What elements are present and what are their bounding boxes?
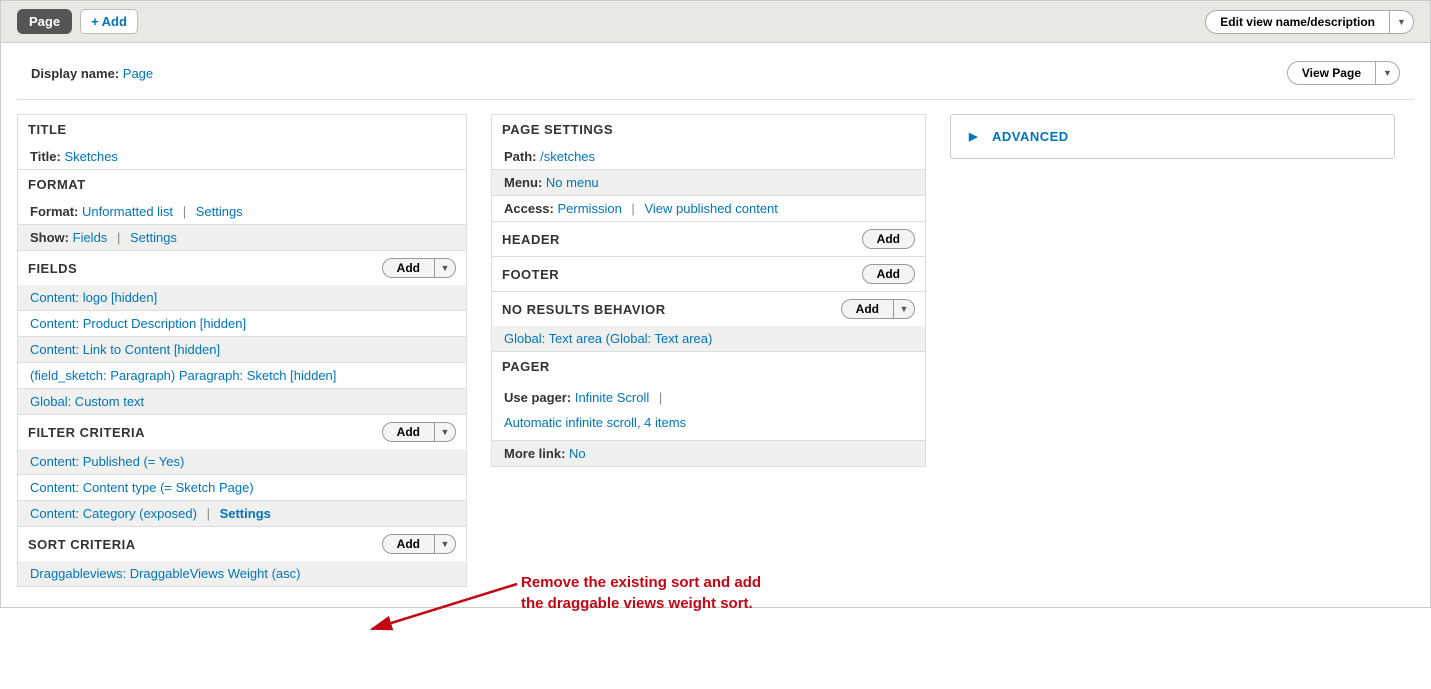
view-page-button[interactable]: View Page (1287, 61, 1376, 85)
field-item[interactable]: Global: Custom text (30, 394, 144, 409)
filter-item[interactable]: Content: Published (= Yes) (30, 454, 184, 469)
add-sort-dropdown[interactable]: ▼ (434, 534, 456, 554)
noresults-item[interactable]: Global: Text area (Global: Text area) (504, 331, 712, 346)
footer-heading: FOOTER Add (492, 256, 925, 291)
edit-view-button[interactable]: Edit view name/description (1205, 10, 1390, 34)
field-item[interactable]: (field_sketch: Paragraph) Paragraph: Ske… (30, 368, 336, 383)
right-column: ▶ ADVANCED (950, 114, 1395, 159)
title-heading: TITLE (18, 115, 466, 144)
add-filter-button[interactable]: Add (382, 422, 434, 442)
pager-heading: PAGER (492, 351, 925, 381)
add-sort-button[interactable]: Add (382, 534, 434, 554)
add-field-button[interactable]: Add (382, 258, 434, 278)
sort-item[interactable]: Draggableviews: DraggableViews Weight (a… (30, 566, 300, 581)
filter-heading: FILTER CRITERIA Add ▼ (18, 414, 466, 449)
format-heading: FORMAT (18, 169, 466, 199)
show-value[interactable]: Fields (73, 230, 108, 245)
add-display-button[interactable]: + Add (80, 9, 138, 34)
caret-down-icon: ▼ (1397, 17, 1406, 27)
more-value[interactable]: No (569, 446, 586, 461)
field-item[interactable]: Content: Product Description [hidden] (30, 316, 246, 331)
add-filter-dropdown[interactable]: ▼ (434, 422, 456, 442)
title-label: Title: (30, 149, 61, 164)
title-value[interactable]: Sketches (64, 149, 117, 164)
caret-down-icon: ▼ (441, 263, 450, 273)
add-header-button[interactable]: Add (862, 229, 915, 249)
more-label: More link: (504, 446, 565, 461)
access-detail[interactable]: View published content (644, 201, 777, 216)
caret-down-icon: ▼ (1383, 68, 1392, 78)
pager-label: Use pager: (504, 390, 571, 405)
top-toolbar: Page + Add Edit view name/description ▼ (1, 1, 1430, 43)
caret-down-icon: ▼ (441, 539, 450, 549)
annotation-text: Remove the existing sort and add the dra… (521, 572, 761, 614)
add-noresults-dropdown[interactable]: ▼ (893, 299, 915, 319)
fields-heading: FIELDS Add ▼ (18, 250, 466, 285)
add-footer-button[interactable]: Add (862, 264, 915, 284)
filter-item[interactable]: Content: Content type (= Sketch Page) (30, 480, 254, 495)
advanced-toggle[interactable]: ▶ ADVANCED (950, 114, 1395, 159)
field-item[interactable]: Content: Link to Content [hidden] (30, 342, 220, 357)
header-heading: HEADER Add (492, 221, 925, 256)
add-label: Add (102, 14, 127, 29)
noresults-heading: NO RESULTS BEHAVIOR Add ▼ (492, 291, 925, 326)
filter-item[interactable]: Content: Category (exposed) (30, 506, 197, 521)
middle-column: PAGE SETTINGS Path: /sketches Menu: No m… (491, 114, 926, 467)
format-label: Format: (30, 204, 78, 219)
add-field-dropdown[interactable]: ▼ (434, 258, 456, 278)
pager-detail[interactable]: Automatic infinite scroll, 4 items (504, 415, 686, 430)
advanced-label: ADVANCED (992, 129, 1069, 144)
page-settings-heading: PAGE SETTINGS (492, 115, 925, 144)
access-label: Access: (504, 201, 554, 216)
caret-down-icon: ▼ (441, 427, 450, 437)
filter-settings[interactable]: Settings (220, 506, 271, 521)
edit-view-dropdown[interactable]: ▼ (1390, 10, 1414, 34)
field-item[interactable]: Content: logo [hidden] (30, 290, 157, 305)
show-label: Show: (30, 230, 69, 245)
view-page-dropdown[interactable]: ▼ (1376, 61, 1400, 85)
access-value[interactable]: Permission (558, 201, 622, 216)
pager-value[interactable]: Infinite Scroll (575, 390, 649, 405)
sort-heading: SORT CRITERIA Add ▼ (18, 526, 466, 561)
path-value[interactable]: /sketches (540, 149, 595, 164)
format-settings[interactable]: Settings (196, 204, 243, 219)
triangle-right-icon: ▶ (969, 130, 978, 143)
path-label: Path: (504, 149, 537, 164)
display-name-row: Display name: Page View Page ▼ (17, 57, 1414, 100)
menu-label: Menu: (504, 175, 542, 190)
caret-down-icon: ▼ (900, 304, 909, 314)
add-noresults-button[interactable]: Add (841, 299, 893, 319)
show-settings[interactable]: Settings (130, 230, 177, 245)
tab-page[interactable]: Page (17, 9, 72, 34)
menu-value[interactable]: No menu (546, 175, 599, 190)
display-name-label: Display name: (31, 66, 119, 81)
format-value[interactable]: Unformatted list (82, 204, 173, 219)
plus-icon: + (91, 14, 99, 29)
display-name-value[interactable]: Page (123, 66, 153, 81)
annotation-arrow (357, 574, 527, 644)
left-column: TITLE Title: Sketches FORMAT Format: Unf… (17, 114, 467, 587)
